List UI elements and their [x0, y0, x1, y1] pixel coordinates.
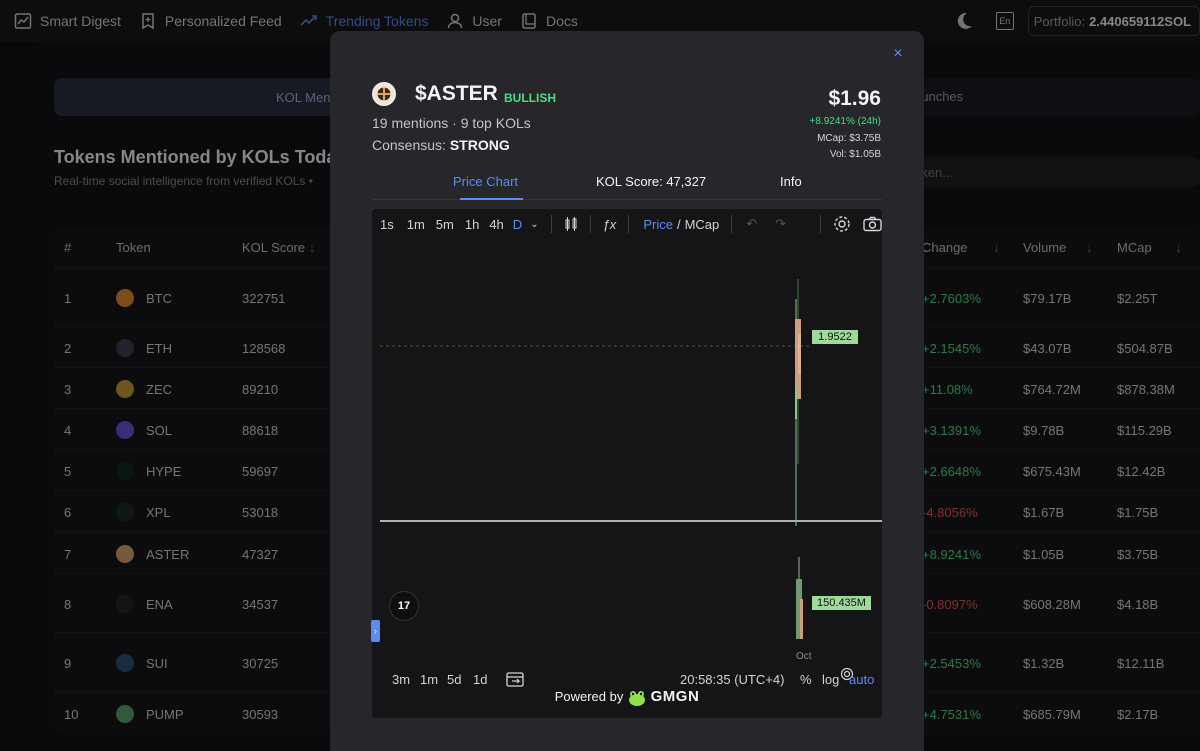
indicators-icon[interactable]: ƒx [603, 217, 617, 232]
undo-icon[interactable]: ↶ [746, 216, 757, 232]
consensus-label: Consensus: [372, 137, 446, 153]
volume-marker: 150.435M [812, 596, 871, 610]
chart-time: 20:58:35 (UTC+4) [680, 672, 785, 687]
interval-1h[interactable]: 1h [465, 217, 479, 232]
powered-by: Powered by GMGN [372, 688, 882, 707]
redo-icon[interactable]: ↷ [775, 216, 786, 232]
price-candle [798, 334, 801, 374]
toolbar-divider [628, 215, 630, 233]
consensus-value: STRONG [449, 137, 510, 153]
market-cap: MCap: $3.75B [817, 133, 881, 144]
settings-icon[interactable] [833, 215, 851, 233]
powered-by-label: Powered by [554, 689, 624, 704]
mcap-toggle[interactable]: MCap [685, 217, 720, 232]
tab-info[interactable]: Info [780, 174, 802, 189]
price-change: +8.9241% (24h) [809, 116, 881, 127]
percent-scale[interactable]: % [800, 672, 812, 687]
candlestick-icon[interactable] [564, 216, 578, 232]
aster-logo-icon [372, 82, 396, 106]
consensus: Consensus: STRONG [372, 137, 510, 153]
last-price-marker: 1.9522 [812, 330, 858, 344]
tab-kol-score[interactable]: KOL Score: 47,327 [596, 174, 706, 189]
range-3m[interactable]: 3m [392, 672, 410, 687]
chevron-down-icon[interactable]: ⌄ [530, 219, 538, 230]
price-chart: 1s 1m 5m 1h 4h D ⌄ ƒx Price / MCap ↶ ↷ O… [372, 209, 882, 718]
price-candle [795, 389, 797, 419]
chart-toolbar: 1s 1m 5m 1h 4h D ⌄ ƒx Price / MCap ↶ ↷ [372, 209, 882, 239]
range-1d[interactable]: 1d [473, 672, 487, 687]
chart-canvas[interactable]: Oct [372, 239, 882, 659]
token-name: $ASTER [415, 82, 498, 105]
camera-icon[interactable] [863, 216, 882, 232]
gmgn-frog-icon [628, 690, 645, 706]
auto-scale[interactable]: auto [849, 672, 874, 687]
interval-1m[interactable]: 1m [407, 217, 425, 232]
toolbar-divider [589, 215, 591, 233]
gmgn-brand: GMGN [650, 688, 700, 705]
interval-5m[interactable]: 5m [436, 217, 454, 232]
active-tab-indicator [460, 198, 523, 200]
close-button[interactable]: × [889, 45, 907, 63]
sidebar-expand-handle[interactable]: › [371, 620, 380, 642]
toolbar-divider [820, 215, 822, 233]
range-5d[interactable]: 5d [447, 672, 461, 687]
volume-bar [800, 599, 803, 639]
mentions-summary: 19 mentions · 9 top KOLs [372, 115, 531, 131]
tradingview-logo[interactable]: 17 [389, 591, 419, 621]
interval-d[interactable]: D [513, 217, 522, 232]
sentiment-badge: BULLISH [504, 91, 556, 105]
token-modal: × $ASTER BULLISH 19 mentions · 9 top KOL… [330, 31, 924, 751]
toolbar-divider [731, 215, 733, 233]
chart-bottombar: 3m 1m 5d 1d 20:58:35 (UTC+4) % log auto [372, 658, 882, 687]
token-price: $1.96 [828, 87, 881, 110]
interval-1s[interactable]: 1s [380, 217, 394, 232]
tab-price-chart[interactable]: Price Chart [453, 174, 518, 189]
toolbar-divider [550, 215, 552, 233]
interval-4h[interactable]: 4h [489, 217, 503, 232]
range-1m[interactable]: 1m [420, 672, 438, 687]
price-toggle[interactable]: Price [643, 217, 673, 232]
toggle-slash: / [676, 216, 681, 232]
date-range-icon[interactable] [506, 671, 524, 687]
log-scale[interactable]: log [822, 672, 839, 687]
volume: Vol: $1.05B [829, 149, 881, 160]
tabs-divider [372, 199, 882, 200]
